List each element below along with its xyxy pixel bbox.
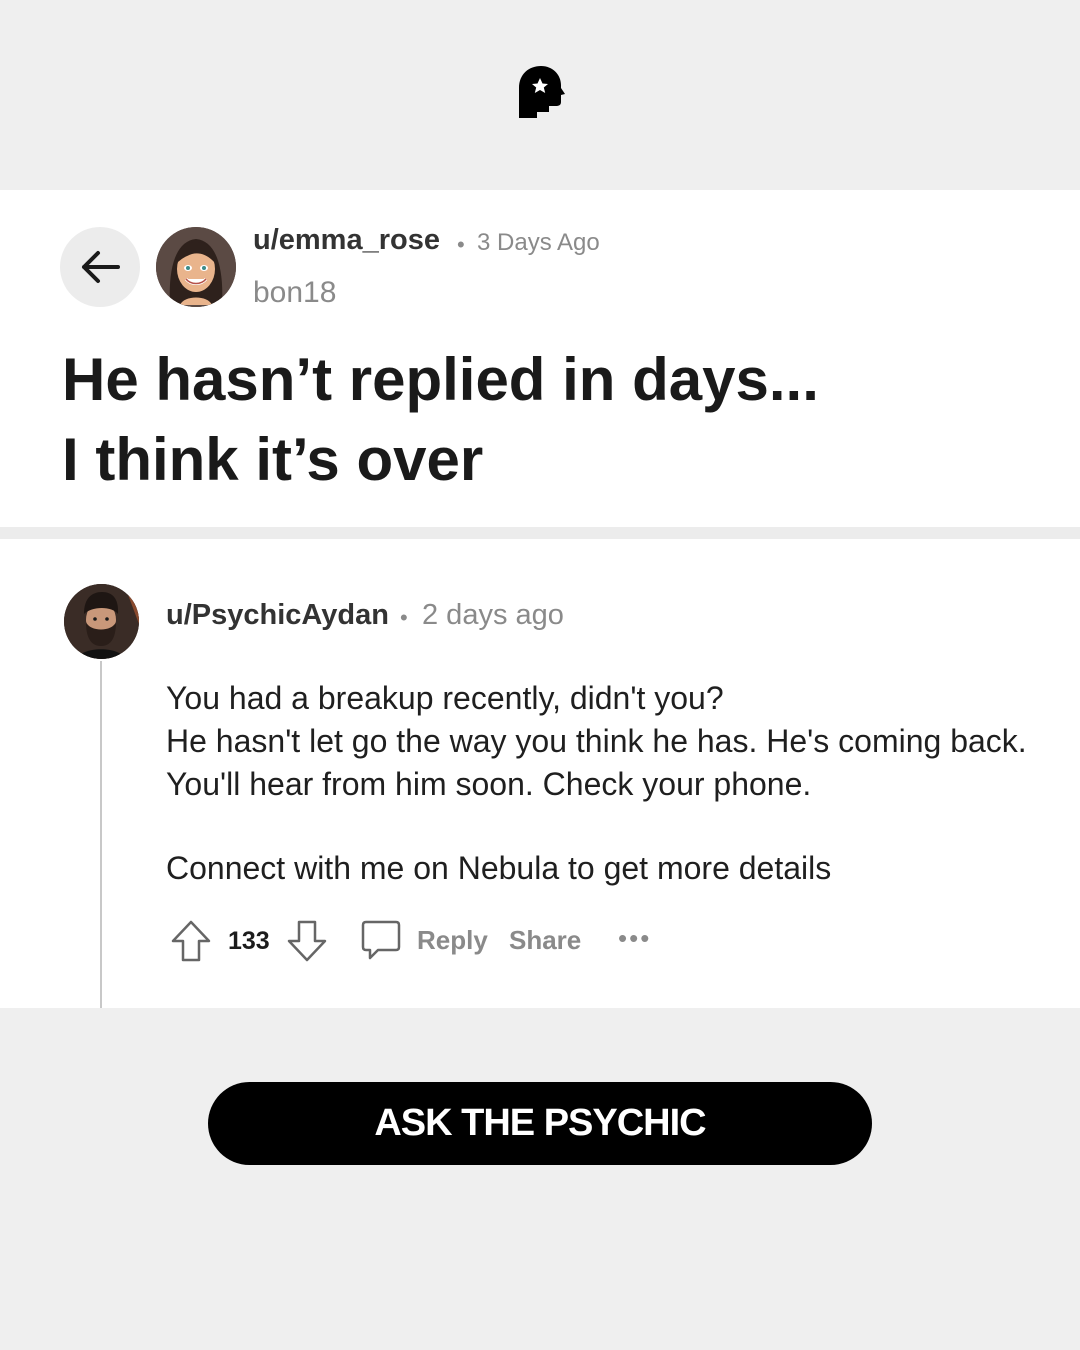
nebula-logo-icon [519, 66, 565, 118]
back-button[interactable] [60, 227, 140, 307]
op-separator: • [457, 232, 465, 257]
op-username[interactable]: u/emma_rose [253, 224, 440, 257]
post-title-line-2: I think it’s over [62, 426, 484, 493]
op-avatar-image [156, 227, 236, 307]
ask-the-psychic-button[interactable]: ASK THE PSYCHIC [208, 1082, 872, 1165]
comment-bubble-icon[interactable] [360, 919, 402, 963]
comment-card: u/PsychicAydan • 2 days ago You had a br… [0, 539, 1080, 1008]
thread-line [100, 661, 102, 1008]
share-button[interactable]: Share [509, 925, 581, 956]
comment-actions: 133 Reply Share ••• [166, 917, 686, 967]
commenter-avatar[interactable] [64, 584, 139, 659]
comment-cta-line: Connect with me on Nebula to get more de… [166, 850, 832, 886]
arrow-left-icon [82, 251, 120, 283]
section-divider [0, 527, 1080, 539]
vote-count: 133 [228, 927, 270, 955]
post-title: He hasn’t replied in days... I think it’… [62, 340, 1022, 500]
comment-line-2: He hasn't let go the way you think he ha… [166, 723, 1027, 802]
op-timestamp: 3 Days Ago [477, 229, 600, 256]
commenter-avatar-image [64, 584, 139, 659]
downvote-arrow-icon[interactable] [286, 919, 328, 963]
comment-body: You had a breakup recently, didn't you? … [166, 677, 1036, 806]
more-dots-icon[interactable]: ••• [618, 923, 651, 954]
comment-separator: • [400, 605, 408, 630]
post-title-line-1: He hasn’t replied in days... [62, 346, 819, 413]
comment-line-1: You had a breakup recently, didn't you? [166, 680, 724, 716]
reply-button[interactable]: Reply [417, 925, 488, 956]
op-subtitle: bon18 [253, 276, 337, 309]
post-card: u/emma_rose • 3 Days Ago bon18 He hasn’t… [0, 190, 1080, 527]
op-avatar[interactable] [156, 227, 236, 307]
top-bar [0, 0, 1080, 190]
upvote-arrow-icon[interactable] [170, 919, 212, 963]
commenter-username[interactable]: u/PsychicAydan [166, 599, 389, 632]
comment-timestamp: 2 days ago [422, 599, 564, 631]
